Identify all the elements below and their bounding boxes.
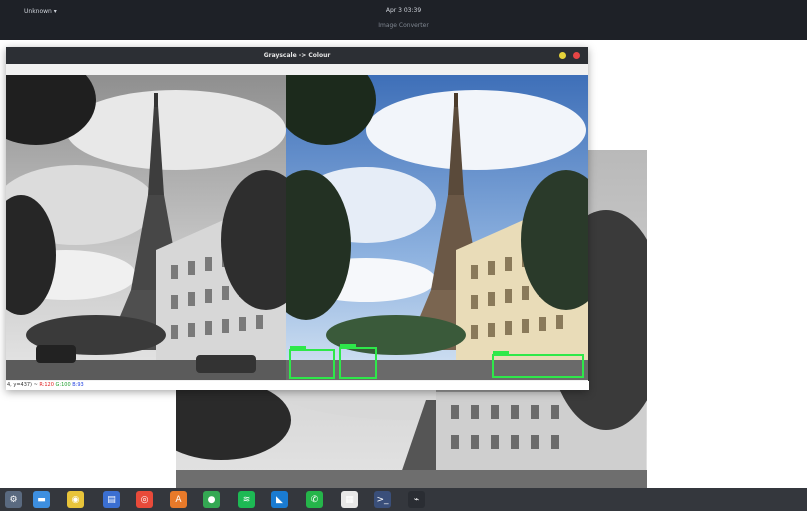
minimize-button[interactable] [559,52,566,59]
green-value: G:100 [55,382,71,388]
document-icon[interactable]: ▤ [103,491,120,508]
blue-value: B:93 [72,382,84,388]
system-monitor-icon[interactable]: ⌁ [408,491,425,508]
window-title: Grayscale -> Colour [263,52,331,59]
whatsapp-icon[interactable]: ✆ [306,491,323,508]
close-button[interactable] [573,52,580,59]
help-lifebuoy-icon[interactable]: ◎ [136,491,153,508]
chrome-icon[interactable]: ● [203,491,220,508]
terminal-icon[interactable]: >_ [374,491,391,508]
software-center-icon[interactable]: A [170,491,187,508]
active-app-label: Image Converter [378,22,429,29]
clock[interactable]: Apr 3 03:39 [0,7,807,14]
image-canvas[interactable] [6,75,588,380]
status-bar: 4, y=437) ~ R:120 G:100 B:93 [6,381,589,390]
comparison-image [6,75,588,380]
rhythmbox-icon[interactable]: ◉ [67,491,84,508]
text-editor-icon[interactable]: ▦ [341,491,358,508]
settings-icon[interactable]: ⚙ [5,491,22,508]
cursor-coords: 4, y=437) ~ [7,382,38,388]
spotify-icon[interactable]: ≋ [238,491,255,508]
top-panel: Unknown ▾ Apr 3 03:39 Image Converter [0,0,807,40]
vscode-icon[interactable]: ◣ [271,491,288,508]
grayscale-to-colour-window[interactable]: Grayscale -> Colour 4, y=437) ~ R:120 G:… [6,47,589,390]
red-value: R:120 [39,382,54,388]
window-titlebar[interactable]: Grayscale -> Colour [6,47,588,64]
files-icon[interactable]: ▬ [33,491,50,508]
dock: ⚙ ▬ ◉ ▤ ◎ A ● ≋ ◣ ✆ ▦ >_ ⌁ [0,488,807,511]
